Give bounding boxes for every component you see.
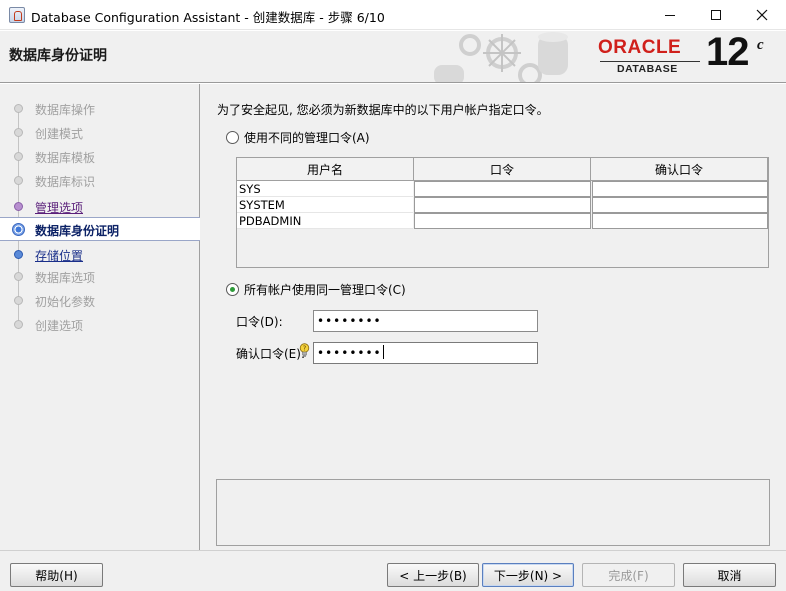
password-cell[interactable]: [414, 181, 591, 197]
column-header: 确认口令: [591, 158, 768, 181]
column-header: 口令: [414, 158, 591, 181]
minimize-icon: [665, 14, 675, 16]
close-button[interactable]: [739, 0, 785, 30]
gears-graphic: [434, 32, 568, 82]
help-button[interactable]: 帮助(H): [10, 563, 103, 587]
step-label: 数据库模板: [35, 151, 96, 165]
lightbulb-hint-icon[interactable]: ?: [299, 343, 310, 358]
next-button[interactable]: 下一步(N) >: [482, 563, 574, 587]
step-item-storage-location[interactable]: 存储位置: [0, 243, 200, 265]
text-caret: [382, 345, 384, 359]
current-step-icon: [12, 223, 25, 236]
message-area: [216, 479, 770, 546]
step-label: 数据库选项: [35, 271, 96, 285]
step-item: 数据库操作: [0, 97, 200, 119]
table-row: PDBADMIN: [237, 213, 768, 229]
version-suffix: c: [757, 37, 764, 53]
table-row: SYS: [237, 181, 768, 197]
username-cell: PDBADMIN: [237, 213, 414, 229]
step-label: 数据库标识: [35, 175, 96, 189]
step-item: 创建模式: [0, 121, 200, 143]
step-label: 初始化参数: [35, 295, 96, 309]
username-cell: SYS: [237, 181, 414, 197]
radio-button-selected[interactable]: [226, 282, 239, 296]
password-input[interactable]: ••••••••: [313, 310, 538, 332]
version-number: 12: [706, 31, 749, 74]
oracle-database-text: DATABASE: [617, 63, 678, 75]
confirm-password-label: 确认口令(E):: [236, 347, 305, 361]
confirm-password-input[interactable]: ••••••••: [313, 342, 538, 364]
password-value: ••••••••: [317, 314, 382, 328]
confirm-password-value: ••••••••: [317, 346, 382, 360]
confirm-password-cell[interactable]: [591, 181, 768, 197]
step-dot-icon: [14, 176, 23, 185]
table-header: 用户名 口令 确认口令: [237, 158, 768, 181]
oracle-logo-text: ORACLE: [598, 37, 682, 58]
password-cell[interactable]: [414, 213, 591, 229]
radio-same-password[interactable]: 所有帐户使用同一管理口令(C): [226, 280, 406, 298]
step-item-management-options[interactable]: 管理选项: [0, 195, 200, 217]
step-dot-icon: [14, 320, 23, 329]
content-panel: 为了安全起见, 您必须为新数据库中的以下用户帐户指定口令。 使用不同的管理口令(…: [201, 84, 786, 550]
step-dot-icon: [14, 128, 23, 137]
column-header: 用户名: [237, 158, 414, 181]
svg-text:?: ?: [303, 345, 307, 353]
radio-label: 所有帐户使用同一管理口令(C): [244, 282, 406, 297]
step-item: 数据库标识: [0, 169, 200, 191]
accounts-table: 用户名 口令 确认口令 SYS SYSTEM PDBADMIN: [236, 157, 769, 268]
radio-button[interactable]: [226, 130, 239, 144]
footer-bar: 帮助(H) < 上一步(B) 下一步(N) > 完成(F) 取消: [0, 550, 786, 591]
step-dot-icon: [14, 152, 23, 161]
step-label: 创建选项: [35, 319, 84, 333]
step-label[interactable]: 管理选项: [35, 199, 83, 216]
confirm-password-cell[interactable]: [591, 213, 768, 229]
step-item-current: 数据库身份证明: [0, 217, 200, 241]
step-label: 数据库身份证明: [35, 224, 120, 238]
table-row: SYSTEM: [237, 197, 768, 213]
maximize-icon: [711, 10, 721, 20]
step-dot-icon: [14, 202, 23, 211]
window-title: Database Configuration Assistant - 创建数据库…: [31, 10, 385, 25]
step-item: 数据库模板: [0, 145, 200, 167]
radio-label: 使用不同的管理口令(A): [244, 130, 370, 145]
finish-button[interactable]: 完成(F): [582, 563, 675, 587]
cancel-button[interactable]: 取消: [683, 563, 776, 587]
back-button[interactable]: < 上一步(B): [387, 563, 479, 587]
step-label: 创建模式: [35, 127, 84, 141]
username-cell: SYSTEM: [237, 197, 414, 213]
step-dot-icon: [14, 296, 23, 305]
logo-divider: [600, 61, 700, 62]
step-item: 初始化参数: [0, 289, 200, 311]
password-label: 口令(D):: [236, 315, 283, 329]
step-item: 数据库选项: [0, 265, 200, 287]
close-icon: [756, 9, 768, 21]
header-banner: 数据库身份证明 ORACLE DATABASE 12 c: [0, 31, 786, 83]
minimize-button[interactable]: [647, 0, 693, 30]
step-label: 数据库操作: [35, 103, 96, 117]
password-cell[interactable]: [414, 197, 591, 213]
radio-separate-passwords[interactable]: 使用不同的管理口令(A): [226, 128, 370, 146]
step-dot-icon: [14, 250, 23, 259]
confirm-password-cell[interactable]: [591, 197, 768, 213]
steps-panel: 数据库操作 创建模式 数据库模板 数据库标识 管理选项 数据库身份证明 存储位置…: [0, 84, 200, 550]
step-label[interactable]: 存储位置: [35, 247, 83, 264]
page-title: 数据库身份证明: [9, 48, 107, 64]
main-area: 数据库操作 创建模式 数据库模板 数据库标识 管理选项 数据库身份证明 存储位置…: [0, 84, 786, 550]
maximize-button[interactable]: [693, 0, 739, 30]
step-item: 创建选项: [0, 313, 200, 335]
step-dot-icon: [14, 104, 23, 113]
step-dot-icon: [14, 272, 23, 281]
window-titlebar: Database Configuration Assistant - 创建数据库…: [0, 0, 786, 30]
app-icon: [9, 7, 25, 23]
intro-text: 为了安全起见, 您必须为新数据库中的以下用户帐户指定口令。: [217, 103, 549, 117]
